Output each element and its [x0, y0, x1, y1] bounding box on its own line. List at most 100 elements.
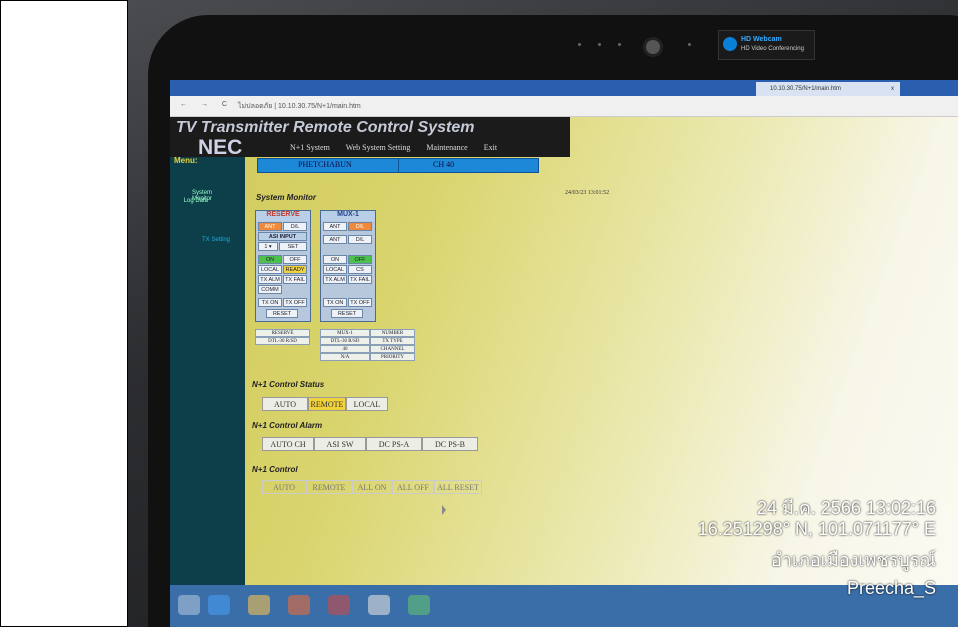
info-reserve-type: DTL-30 R/SD: [255, 337, 310, 345]
reserve-local: LOCAL: [258, 265, 282, 274]
mux-ant-select[interactable]: ANT: [323, 235, 347, 244]
reserve-ant: ANT: [258, 222, 282, 231]
close-icon[interactable]: x: [891, 82, 894, 96]
mouse-cursor-icon: [442, 505, 446, 515]
bezel-dot: [578, 43, 581, 46]
nav-n1-system[interactable]: N+1 System: [290, 143, 330, 152]
sidebar-item-tx-setting[interactable]: TX Setting: [190, 237, 230, 243]
info-mux-number: MUX-1: [320, 329, 370, 337]
info-label-priority: PRIORITY: [370, 353, 415, 361]
app-nav: N+1 System Web System Setting Maintenanc…: [290, 143, 511, 152]
alarm-dc-ps-a: DC PS-A: [366, 437, 422, 451]
overlay-user: Preecha_S: [846, 578, 936, 598]
mux-dl-select[interactable]: D/L: [348, 235, 372, 244]
mux-title: MUX-1: [321, 211, 375, 221]
reserve-set-button[interactable]: SET: [279, 242, 307, 251]
control-all-on-button[interactable]: ALL ON: [352, 480, 392, 494]
app-title: TV Transmitter Remote Control System: [176, 119, 475, 136]
info-label-tx-type: TX TYPE: [370, 337, 415, 345]
overlay-datetime: 24 มี.ค. 2566 13:02:16: [756, 498, 936, 518]
mux-tx-on-button[interactable]: TX ON: [323, 298, 347, 307]
bezel-dot: [618, 43, 621, 46]
info-mux-type: DTL-30 R/SD: [320, 337, 370, 345]
app-icon[interactable]: [328, 595, 350, 615]
status-local-button[interactable]: LOCAL: [346, 397, 388, 411]
mux-ant: ANT: [323, 222, 347, 231]
info-label-channel: CHANNEL: [370, 345, 415, 353]
control-all-off-button[interactable]: ALL OFF: [392, 480, 434, 494]
sidebar-item-log-data[interactable]: Log Data: [172, 198, 208, 204]
mux-panel: MUX-1 ANT D/L ANT D/L ON OFF LOCAL CS TX…: [320, 210, 376, 322]
reserve-off[interactable]: OFF: [283, 255, 307, 264]
station-name: PHETCHABUN: [298, 160, 352, 169]
status-auto-button[interactable]: AUTO: [262, 397, 308, 411]
section-system-monitor: System Monitor: [256, 193, 317, 202]
webcam-badge-title: HD Webcam: [741, 36, 782, 43]
mux-off[interactable]: OFF: [348, 255, 372, 264]
overlay-coordinates: 16.251298° N, 101.071177° E: [697, 519, 936, 539]
windows-taskbar: [170, 585, 958, 627]
reserve-panel: RESERVE ANT D/L ASI INPUT 1 ▾ SET ON OFF…: [255, 210, 311, 322]
mux-on[interactable]: ON: [323, 255, 347, 264]
reserve-title: RESERVE: [256, 211, 310, 221]
ie-icon[interactable]: [208, 595, 230, 615]
info-label-number: NUMBER: [370, 329, 415, 337]
control-auto-button[interactable]: AUTO: [262, 480, 306, 494]
section-control-alarm: N+1 Control Alarm: [252, 421, 323, 430]
mux-local: LOCAL: [323, 265, 347, 274]
channel-bar: PHETCHABUN CH 40: [257, 158, 539, 173]
webcam-icon: [723, 37, 737, 51]
reserve-on[interactable]: ON: [258, 255, 282, 264]
alarm-dc-ps-b: DC PS-B: [422, 437, 478, 451]
browser-nav-buttons[interactable]: ← → C: [180, 101, 233, 108]
menu-label: Menu:: [174, 156, 198, 165]
nav-exit[interactable]: Exit: [484, 143, 497, 152]
webcam-badge-subtitle: HD Video Conferencing: [741, 46, 804, 52]
mux-reset-button[interactable]: RESET: [331, 309, 363, 318]
url-field[interactable]: ไม่ปลอดภัย | 10.10.30.75/N+1/main.htm: [238, 101, 361, 112]
control-all-reset-button[interactable]: ALL RESET: [434, 480, 482, 494]
nav-web-setting[interactable]: Web System Setting: [346, 143, 411, 152]
alarm-asi-sw: ASI SW: [314, 437, 366, 451]
mux-tx-fail: TX FAIL: [348, 275, 372, 284]
reserve-asi-select[interactable]: 1 ▾: [258, 242, 278, 251]
media-icon[interactable]: [288, 595, 310, 615]
mux-cs: CS: [348, 265, 372, 274]
overlay-location: อำเภอเมืองเพชรบูรณ์: [770, 550, 936, 570]
webcam-lens: [643, 37, 663, 57]
bezel-dot: [598, 43, 601, 46]
reserve-tx-fail: TX FAIL: [283, 275, 307, 284]
windows-start-icon[interactable]: [178, 595, 200, 615]
sidebar: Menu: System Monitor Log Data TX Setting: [170, 156, 245, 627]
info-reserve-number: RESERVE: [255, 329, 310, 337]
channel-bar-divider: [398, 159, 399, 172]
alarm-auto-ch: AUTO CH: [262, 437, 314, 451]
info-mux-priority: N/A: [320, 353, 370, 361]
mux-tx-alm: TX ALM: [323, 275, 347, 284]
browser-tabbar: 10.10.30.75/N+1/main.htm x: [170, 80, 958, 96]
channel-number: CH 40: [433, 160, 455, 169]
monitor-timestamp: 24/03/23 13:01:52: [565, 190, 610, 196]
reserve-reset-button[interactable]: RESET: [266, 309, 298, 318]
reserve-tx-alm: TX ALM: [258, 275, 282, 284]
info-mux-channel: 40: [320, 345, 370, 353]
browser-tab[interactable]: 10.10.30.75/N+1/main.htm x: [756, 82, 900, 96]
app2-icon[interactable]: [408, 595, 430, 615]
section-control: N+1 Control: [252, 465, 298, 474]
bezel-dot: [688, 43, 691, 46]
photo: HD Webcam HD Video Conferencing 10.10.30…: [128, 0, 958, 627]
control-remote-button[interactable]: REMOTE: [306, 480, 352, 494]
browser-tab-label: 10.10.30.75/N+1/main.htm: [770, 86, 841, 92]
reserve-ready: READY: [283, 265, 307, 274]
address-bar: ← → C ไม่ปลอดภัย | 10.10.30.75/N+1/main.…: [170, 96, 958, 117]
mux-dl: D/L: [348, 222, 372, 231]
status-remote-button[interactable]: REMOTE: [308, 397, 346, 411]
section-control-status: N+1 Control Status: [252, 380, 325, 389]
chrome-icon[interactable]: [368, 595, 390, 615]
reserve-asi-input-label: ASI INPUT: [258, 232, 307, 241]
mux-tx-off-button[interactable]: TX OFF: [348, 298, 372, 307]
reserve-tx-on-button[interactable]: TX ON: [258, 298, 282, 307]
reserve-tx-off-button[interactable]: TX OFF: [283, 298, 307, 307]
nav-maintenance[interactable]: Maintenance: [426, 143, 467, 152]
file-explorer-icon[interactable]: [248, 595, 270, 615]
